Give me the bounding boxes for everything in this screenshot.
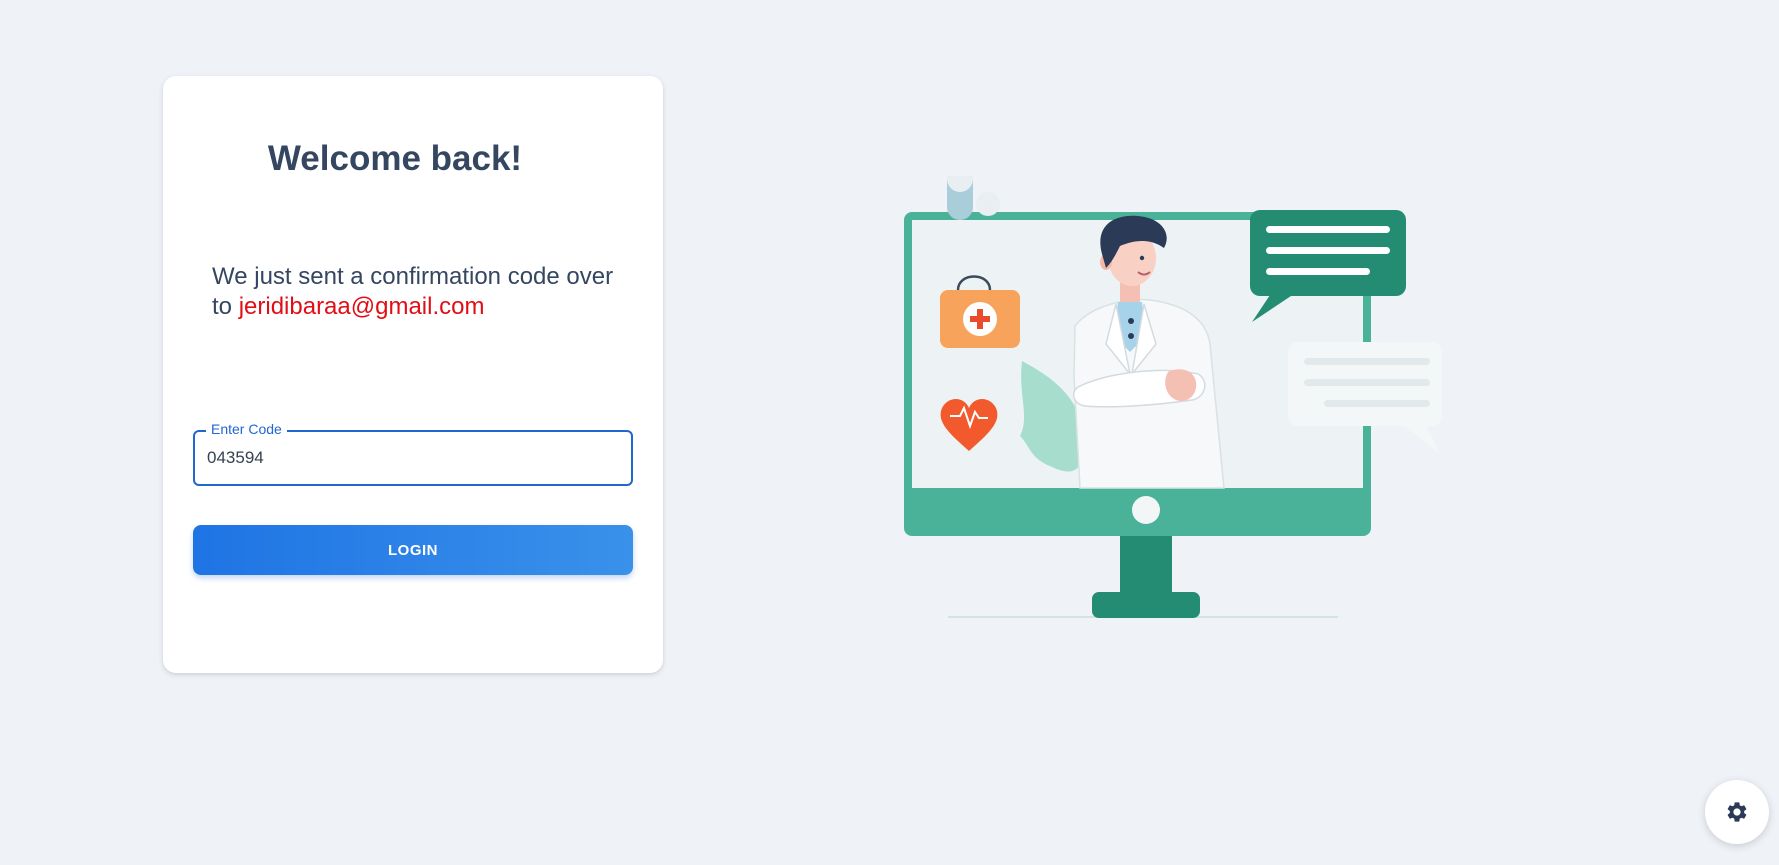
code-field: Enter Code <box>193 420 633 486</box>
confirmation-message: We just sent a confirmation code over to… <box>212 262 632 322</box>
settings-button[interactable] <box>1705 780 1769 844</box>
code-field-label: Enter Code <box>206 420 287 438</box>
page-title: Welcome back! <box>267 139 523 178</box>
monitor-stand <box>1092 536 1200 618</box>
code-input[interactable] <box>207 442 617 474</box>
login-card: Welcome back! We just sent a confirmatio… <box>163 76 663 673</box>
doctor-illustration <box>904 176 1442 618</box>
email-address: jeridibaraa@gmail.com <box>238 293 485 320</box>
login-button[interactable]: LOGIN <box>193 525 633 575</box>
gear-icon <box>1727 802 1747 822</box>
